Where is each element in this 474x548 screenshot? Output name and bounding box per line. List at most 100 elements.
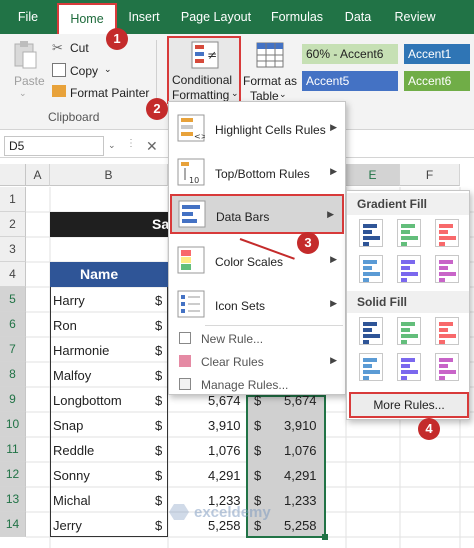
style-accent5[interactable]: Accent5 [302, 71, 398, 91]
table-title: Sa [152, 216, 170, 232]
style-60-accent6[interactable]: 60% - Accent6 [302, 44, 398, 64]
table-row[interactable]: Harry [53, 293, 85, 308]
row-header[interactable]: 2 [0, 212, 26, 237]
conditional-formatting-label-1: Conditional [172, 73, 233, 87]
top-bottom-label: Top/Bottom Rules [215, 167, 310, 181]
step-badge-3: 3 [297, 232, 319, 254]
row-header[interactable]: 9 [0, 387, 26, 412]
column-header-f[interactable]: F [400, 164, 460, 186]
tab-page-layout[interactable]: Page Layout [178, 0, 254, 34]
data-bar-style-icon[interactable] [435, 255, 459, 283]
new-rule-icon [179, 332, 191, 344]
row-header[interactable]: 10 [0, 412, 26, 437]
format-painter-button[interactable]: Format Painter [70, 86, 149, 100]
currency-symbol: $ [155, 368, 163, 383]
menu-item-color-scales[interactable]: Color Scales ▶ [169, 242, 345, 278]
chevron-down-icon: ⌄ [231, 88, 239, 98]
select-all-corner[interactable] [0, 164, 26, 186]
row-header[interactable]: 8 [0, 362, 26, 387]
style-accent6[interactable]: Accent6 [404, 71, 470, 91]
data-bar-style-icon[interactable] [435, 353, 459, 381]
copy-dropdown-icon[interactable]: ⌄ [104, 64, 112, 75]
paste-button[interactable]: Paste [14, 74, 45, 88]
cancel-icon[interactable]: ✕ [146, 138, 158, 155]
paste-dropdown-icon[interactable]: ⌄ [19, 88, 27, 99]
table-row[interactable]: Snap [53, 418, 83, 433]
color-scales-icon [177, 246, 205, 274]
data-bar-style-icon[interactable] [359, 353, 383, 381]
row-header[interactable]: 5 [0, 287, 26, 312]
data-bar-style-icon[interactable] [397, 317, 421, 345]
table-row[interactable]: Reddle [53, 443, 94, 458]
watermark-logo: exceldemy [168, 500, 318, 524]
menu-item-new-rule[interactable]: New Rule... [169, 328, 345, 350]
value-cell[interactable]: 1,076 [284, 443, 317, 458]
row-header[interactable]: 6 [0, 312, 26, 337]
data-bar-style-icon[interactable] [435, 219, 459, 247]
data-bar-style-icon[interactable] [397, 255, 421, 283]
table-row[interactable]: Malfoy [53, 368, 91, 383]
data-bar-style-icon[interactable] [435, 317, 459, 345]
data-bar-style-icon[interactable] [359, 219, 383, 247]
row-header[interactable]: 1 [0, 187, 26, 212]
tab-review[interactable]: Review [390, 0, 440, 34]
menu-divider [205, 325, 343, 326]
name-box[interactable]: D5 [4, 136, 104, 156]
tab-insert[interactable]: Insert [122, 0, 166, 34]
tab-home[interactable]: Home [57, 3, 117, 34]
tab-data[interactable]: Data [338, 0, 378, 34]
tab-file[interactable]: File [8, 0, 48, 34]
format-painter-icon [52, 85, 66, 97]
step-badge-1: 1 [106, 28, 128, 50]
currency-symbol: $ [254, 418, 262, 433]
data-bars-submenu: Gradient Fill Solid Fill More Rules... [346, 190, 470, 420]
menu-item-highlight-cells[interactable]: <> Highlight Cells Rules ▶ [169, 110, 345, 146]
value-cell[interactable]: 1,076 [208, 443, 241, 458]
table-row[interactable]: Sonny [53, 468, 90, 483]
currency-symbol: $ [155, 318, 163, 333]
copy-icon [52, 63, 66, 77]
cut-button[interactable]: Cut [70, 41, 89, 55]
row-header[interactable]: 7 [0, 337, 26, 362]
data-bar-style-icon[interactable] [397, 353, 421, 381]
table-row[interactable]: Ron [53, 318, 77, 333]
copy-button[interactable]: Copy [70, 64, 98, 78]
column-header-e[interactable]: E [346, 164, 400, 186]
currency-symbol: $ [155, 343, 163, 358]
menu-item-manage-rules[interactable]: Manage Rules... [169, 374, 345, 396]
column-header-a[interactable]: A [26, 164, 50, 186]
row-header[interactable]: 12 [0, 462, 26, 487]
name-box-dropdown-icon[interactable]: ⌄ [108, 140, 116, 151]
paste-icon[interactable] [12, 40, 38, 70]
value-cell[interactable]: 3,910 [284, 418, 317, 433]
value-cell[interactable]: 4,291 [208, 468, 241, 483]
clear-rules-icon [179, 355, 191, 367]
menu-item-data-bars[interactable]: Data Bars ▶ [170, 194, 344, 234]
menu-item-top-bottom[interactable]: 10 Top/Bottom Rules ▶ [169, 154, 345, 190]
table-row[interactable]: Michal [53, 493, 91, 508]
data-bar-style-icon[interactable] [359, 255, 383, 283]
table-row[interactable]: Jerry [53, 518, 82, 533]
row-header[interactable]: 4 [0, 262, 26, 287]
value-cell[interactable]: 3,910 [208, 418, 241, 433]
table-row[interactable]: Harmonie [53, 343, 109, 358]
tab-formulas[interactable]: Formulas [266, 0, 328, 34]
more-rules-button[interactable]: More Rules... [349, 392, 469, 418]
column-header-b[interactable]: B [50, 164, 168, 186]
format-as-table-label-1[interactable]: Format as [243, 74, 297, 88]
row-header[interactable]: 13 [0, 487, 26, 512]
conditional-formatting-button[interactable]: ≠ Conditional Formatting ⌄ [167, 36, 241, 104]
data-bar-style-icon[interactable] [397, 219, 421, 247]
value-cell[interactable]: 4,291 [284, 468, 317, 483]
menu-item-icon-sets[interactable]: Icon Sets ▶ [169, 286, 345, 322]
format-as-table-icon[interactable] [256, 42, 284, 70]
table-row[interactable]: Longbottom [53, 393, 122, 408]
data-bar-style-icon[interactable] [359, 317, 383, 345]
manage-rules-label: Manage Rules... [201, 378, 289, 392]
menu-item-clear-rules[interactable]: Clear Rules ▶ [169, 351, 345, 373]
style-accent1[interactable]: Accent1 [404, 44, 470, 64]
row-header[interactable]: 11 [0, 437, 26, 462]
fill-handle[interactable] [322, 534, 328, 540]
row-header[interactable]: 3 [0, 237, 26, 262]
row-header[interactable]: 14 [0, 512, 26, 537]
